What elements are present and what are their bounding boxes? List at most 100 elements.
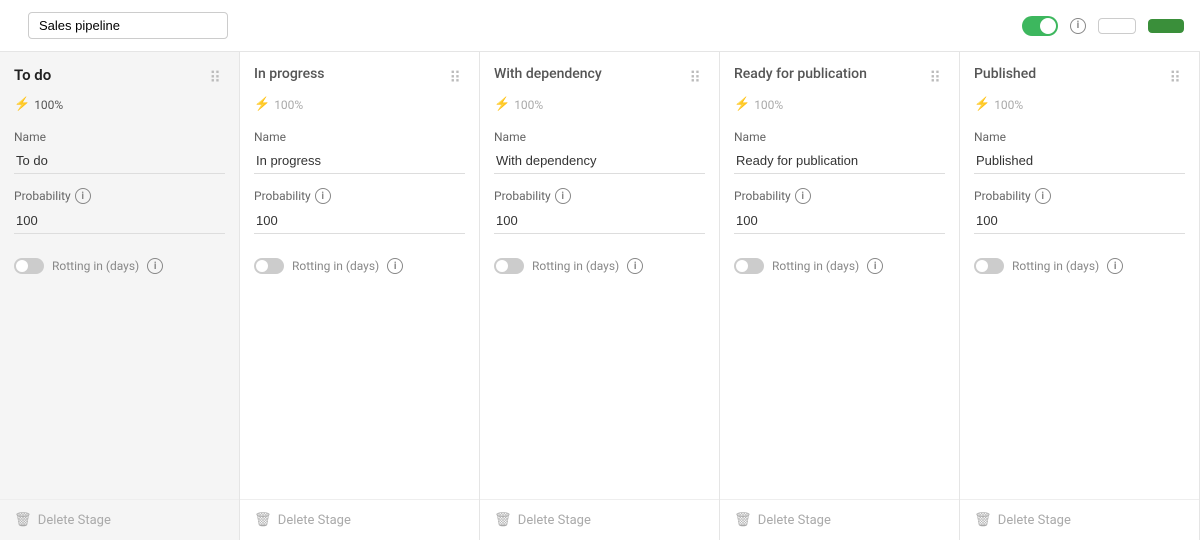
name-label-ready-publication: Name [734, 130, 945, 144]
rotting-label-with-dependency: Rotting in (days) [532, 259, 619, 273]
prob-info-icon-ready-publication[interactable]: i [795, 188, 811, 204]
drag-handle-in-progress[interactable]: ⠿ [445, 66, 465, 89]
stage-percent-value-published: 100% [994, 98, 1023, 112]
deal-probability-toggle-wrap: i [1022, 16, 1086, 36]
stage-col-with-dependency: With dependency ⠿ ⚡ 100% Name Probabilit… [480, 52, 720, 540]
prob-info-icon-with-dependency[interactable]: i [555, 188, 571, 204]
prob-row-ready-publication: Probability i [734, 188, 945, 204]
drag-handle-published[interactable]: ⠿ [1165, 66, 1185, 89]
prob-input-with-dependency[interactable] [494, 208, 705, 234]
rotting-toggle-in-progress[interactable] [254, 258, 284, 274]
rotting-row-published: Rotting in (days) i [974, 258, 1185, 274]
delete-stage-published[interactable]: 🗑 Delete Stage [960, 499, 1199, 540]
percent-icon-with-dependency: ⚡ [494, 97, 510, 112]
rotting-toggle-to-do[interactable] [14, 258, 44, 274]
name-input-ready-publication[interactable] [734, 148, 945, 174]
stage-percent-value-with-dependency: 100% [514, 98, 543, 112]
stage-percent-published: ⚡ 100% [960, 97, 1199, 122]
stage-percent-value-ready-publication: 100% [754, 98, 783, 112]
delete-label-in-progress: Delete Stage [278, 513, 351, 528]
prob-label-to-do: Probability [14, 189, 71, 203]
drag-handle-to-do[interactable]: ⠿ [205, 66, 225, 89]
name-input-published[interactable] [974, 148, 1185, 174]
stage-body-published: Name Probability i Rotting in (days) i [960, 122, 1199, 499]
rotting-label-to-do: Rotting in (days) [52, 259, 139, 273]
prob-label-row-ready-publication: Probability i [734, 188, 811, 204]
percent-icon-published: ⚡ [974, 97, 990, 112]
rotting-row-to-do: Rotting in (days) i [14, 258, 225, 274]
stage-col-published: Published ⠿ ⚡ 100% Name Probability i Ro… [960, 52, 1200, 540]
stage-col-in-progress: In progress ⠿ ⚡ 100% Name Probability i … [240, 52, 480, 540]
rotting-toggle-with-dependency[interactable] [494, 258, 524, 274]
stage-header-in-progress: In progress ⠿ [240, 52, 479, 97]
name-input-in-progress[interactable] [254, 148, 465, 174]
delete-icon-to-do: 🗑 [14, 512, 32, 528]
rotting-label-ready-publication: Rotting in (days) [772, 259, 859, 273]
rotting-row-ready-publication: Rotting in (days) i [734, 258, 945, 274]
rotting-info-icon-ready-publication[interactable]: i [867, 258, 883, 274]
stage-col-ready-publication: Ready for publication ⠿ ⚡ 100% Name Prob… [720, 52, 960, 540]
delete-icon-in-progress: 🗑 [254, 512, 272, 528]
prob-label-row-in-progress: Probability i [254, 188, 331, 204]
rotting-info-icon-in-progress[interactable]: i [387, 258, 403, 274]
drag-handle-with-dependency[interactable]: ⠿ [685, 66, 705, 89]
delete-stage-ready-publication[interactable]: 🗑 Delete Stage [720, 499, 959, 540]
prob-info-icon-to-do[interactable]: i [75, 188, 91, 204]
prob-input-to-do[interactable] [14, 208, 225, 234]
name-input-with-dependency[interactable] [494, 148, 705, 174]
prob-row-with-dependency: Probability i [494, 188, 705, 204]
rotting-info-icon-published[interactable]: i [1107, 258, 1123, 274]
delete-icon-with-dependency: 🗑 [494, 512, 512, 528]
prob-info-icon-in-progress[interactable]: i [315, 188, 331, 204]
rotting-label-in-progress: Rotting in (days) [292, 259, 379, 273]
delete-stage-in-progress[interactable]: 🗑 Delete Stage [240, 499, 479, 540]
delete-label-published: Delete Stage [998, 513, 1071, 528]
prob-label-row-published: Probability i [974, 188, 1051, 204]
prob-row-in-progress: Probability i [254, 188, 465, 204]
stage-header-ready-publication: Ready for publication ⠿ [720, 52, 959, 97]
save-changes-button[interactable] [1148, 19, 1184, 33]
rotting-toggle-published[interactable] [974, 258, 1004, 274]
stage-title-ready-publication: Ready for publication [734, 66, 867, 82]
stage-col-to-do: To do ⠿ ⚡ 100% Name Probability i Rottin… [0, 52, 240, 540]
stage-title-in-progress: In progress [254, 66, 325, 82]
prob-label-with-dependency: Probability [494, 189, 551, 203]
stage-body-to-do: Name Probability i Rotting in (days) i [0, 122, 239, 499]
stage-body-with-dependency: Name Probability i Rotting in (days) i [480, 122, 719, 499]
prob-info-icon-published[interactable]: i [1035, 188, 1051, 204]
prob-input-ready-publication[interactable] [734, 208, 945, 234]
stage-title-with-dependency: With dependency [494, 66, 602, 82]
rotting-row-with-dependency: Rotting in (days) i [494, 258, 705, 274]
rotting-info-icon-with-dependency[interactable]: i [627, 258, 643, 274]
deal-probability-toggle[interactable] [1022, 16, 1058, 36]
top-bar: i [0, 0, 1200, 52]
delete-stage-to-do[interactable]: 🗑 Delete Stage [0, 499, 239, 540]
rotting-info-icon-to-do[interactable]: i [147, 258, 163, 274]
stage-body-ready-publication: Name Probability i Rotting in (days) i [720, 122, 959, 499]
prob-row-to-do: Probability i [14, 188, 225, 204]
top-bar-right: i [1022, 16, 1184, 36]
prob-label-row-with-dependency: Probability i [494, 188, 571, 204]
stage-percent-ready-publication: ⚡ 100% [720, 97, 959, 122]
stage-percent-to-do: ⚡ 100% [0, 97, 239, 122]
prob-label-in-progress: Probability [254, 189, 311, 203]
deal-probability-info-icon[interactable]: i [1070, 18, 1086, 34]
pipeline-name-input[interactable] [28, 12, 228, 39]
stage-body-in-progress: Name Probability i Rotting in (days) i [240, 122, 479, 499]
prob-input-in-progress[interactable] [254, 208, 465, 234]
delete-label-with-dependency: Delete Stage [518, 513, 591, 528]
cancel-button[interactable] [1098, 18, 1136, 34]
delete-stage-with-dependency[interactable]: 🗑 Delete Stage [480, 499, 719, 540]
name-label-with-dependency: Name [494, 130, 705, 144]
delete-icon-ready-publication: 🗑 [734, 512, 752, 528]
drag-handle-ready-publication[interactable]: ⠿ [925, 66, 945, 89]
name-label-published: Name [974, 130, 1185, 144]
name-input-to-do[interactable] [14, 148, 225, 174]
stage-percent-with-dependency: ⚡ 100% [480, 97, 719, 122]
stage-percent-value-in-progress: 100% [274, 98, 303, 112]
prob-label-ready-publication: Probability [734, 189, 791, 203]
rotting-toggle-ready-publication[interactable] [734, 258, 764, 274]
percent-icon-to-do: ⚡ [14, 97, 30, 112]
prob-row-published: Probability i [974, 188, 1185, 204]
prob-input-published[interactable] [974, 208, 1185, 234]
